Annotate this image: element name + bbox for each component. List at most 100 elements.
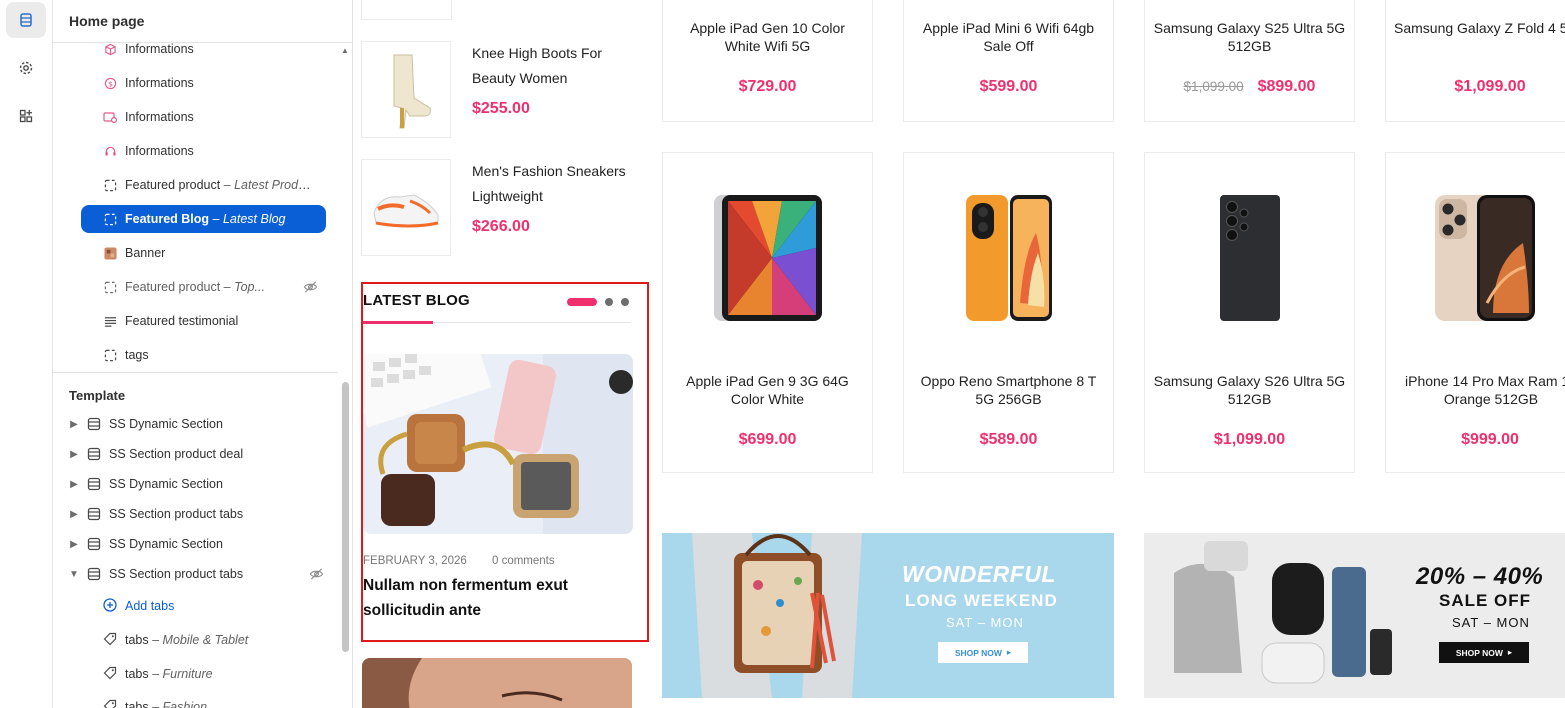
product-image-iphone[interactable] [1386,193,1565,323]
section-item-sublabel: Latest Blog [222,212,286,226]
template-item-3[interactable]: ▶ SS Dynamic Section [67,470,332,498]
product-card-galaxy-zfold4[interactable]: Samsung Galaxy Z Fold 4 5G 256GB $1,099.… [1385,0,1565,122]
scrollbar-thumb[interactable] [342,382,349,652]
section-item-informations-1[interactable]: Informations [81,35,326,63]
section-item-label: Banner [125,246,166,260]
section-item-label: Featured Blog [125,212,210,226]
carousel-dot[interactable] [605,298,613,306]
product-card-ipad-gen9[interactable]: Apple iPad Gen 9 3G 64G Color White $699… [662,152,873,473]
block-item-label: tabs [125,667,149,681]
template-item-1[interactable]: ▶ SS Dynamic Section [67,410,332,438]
product-name[interactable]: Apple iPad Gen 10 Color White Wifi 5G [671,19,864,55]
block-item-tabs-mobile[interactable]: tabs – Mobile & Tablet [103,626,333,654]
text-lines-icon [103,314,117,328]
template-title: Template [69,388,126,403]
product-name[interactable]: Men's Fashion Sneakers Lightweight [472,159,642,209]
sidebar-product-boots[interactable]: Knee High Boots For Beauty Women $255.00 [361,41,631,141]
section-item-tags[interactable]: tags [81,341,326,369]
block-item-tabs-fashion[interactable]: tabs – Fashion [103,693,333,708]
block-item-tabs-furniture[interactable]: tabs – Furniture [103,660,333,688]
product-card-ipad-gen10[interactable]: Apple iPad Gen 10 Color White Wifi 5G $7… [662,0,873,122]
section-item-featured-product-latest[interactable]: Featured product – Latest Produ... [81,171,326,199]
template-item-label: SS Section product tabs [109,507,244,521]
block-item-dash: – [148,633,163,647]
section-item-featured-blog[interactable]: Featured Blog – Latest Blog [81,205,326,233]
section-item-informations-4[interactable]: Informations [81,137,326,165]
section-item-informations-2[interactable]: $ Informations [81,69,326,97]
apps-icon[interactable] [6,98,46,134]
dashed-square-icon [103,178,117,192]
product-card-ipad-mini6[interactable]: Apple iPad Mini 6 Wifi 64gb Sale Off $59… [903,0,1114,122]
caret-right-icon: ▸ [1507,647,1513,657]
box-icon [103,42,117,56]
section-item-featured-testimonial[interactable]: Featured testimonial [81,307,326,335]
dollar-icon: $ [103,76,117,90]
section-item-sublabel: Latest Produ... [234,178,315,192]
product-image-ipad[interactable] [663,193,872,323]
product-name[interactable]: iPhone 14 Pro Max Ram 12 Orange 512GB [1394,372,1565,408]
banner-headline: WONDERFUL [902,561,1056,587]
tag-icon [103,699,117,708]
product-name[interactable]: Oppo Reno Smartphone 8 T 5G 256GB [912,372,1105,408]
chevron-down-icon[interactable]: ▼ [67,569,81,580]
section-item-featured-product-top[interactable]: Featured product – Top... [81,273,326,301]
section-item-label: Informations [125,76,194,90]
product-image-boots[interactable] [361,41,451,138]
banner-subheadline: SALE OFF [1439,591,1532,610]
banner-button-label: SHOP NOW [1455,647,1503,658]
add-tabs-label: Add tabs [125,599,175,613]
product-name[interactable]: Samsung Galaxy S25 Ultra 5G 512GB [1153,19,1346,55]
banner-days: SAT – MON [1452,615,1530,630]
carousel-dot-active[interactable] [567,298,597,306]
section-item-label: tags [125,348,149,362]
latest-blog-section[interactable]: LATEST BLOG FEBRUARY 3, 2026 0 comments … [361,282,649,642]
storefront-preview: Knee High Boots For Beauty Women $255.00… [353,0,1565,708]
blog-post-comments[interactable]: 0 comments [492,555,555,567]
product-image-sneakers[interactable] [361,159,451,256]
product-name[interactable]: Apple iPad Mini 6 Wifi 64gb Sale Off [912,19,1105,55]
blog-post-image-next[interactable] [362,658,632,708]
product-card-galaxy-s25[interactable]: Samsung Galaxy S25 Ultra 5G 512GB $1,099… [1144,0,1355,122]
product-card-oppo-reno8t[interactable]: Oppo Reno Smartphone 8 T 5G 256GB $589.0… [903,152,1114,473]
product-card-galaxy-s26[interactable]: Samsung Galaxy S26 Ultra 5G 512GB $1,099… [1144,152,1355,473]
carousel-dot[interactable] [621,298,629,306]
sidebar-product-sneakers[interactable]: Men's Fashion Sneakers Lightweight $266.… [361,159,631,259]
chevron-right-icon[interactable]: ▶ [67,419,81,430]
product-name[interactable]: Samsung Galaxy S26 Ultra 5G 512GB [1153,372,1346,408]
sections-panel: Home page ▲ Informations $ Informations … [53,0,353,708]
product-price: $255.00 [472,100,530,117]
product-card-iphone14[interactable]: iPhone 14 Pro Max Ram 12 Orange 512GB $9… [1385,152,1565,473]
template-item-6[interactable]: ▼ SS Section product tabs [67,560,332,588]
product-name[interactable]: Samsung Galaxy Z Fold 4 5G 256GB [1394,19,1565,37]
template-item-2[interactable]: ▶ SS Section product deal [67,440,332,468]
template-item-4[interactable]: ▶ SS Section product tabs [67,500,332,528]
chevron-right-icon[interactable]: ▶ [67,539,81,550]
section-item-informations-3[interactable]: Informations [81,103,326,131]
product-image-galaxy[interactable] [1145,193,1354,323]
banner-wonderful-weekend[interactable]: WONDERFUL LONG WEEKEND SAT – MON SHOP NO… [662,533,1114,698]
banner-shop-now-button[interactable]: SHOP NOW ▸ [1439,642,1529,663]
sections-icon[interactable] [6,2,46,38]
section-item-banner[interactable]: Banner [81,239,326,267]
template-item-label: SS Dynamic Section [109,477,223,491]
banner-shop-now-button[interactable]: SHOP NOW ▸ [938,642,1028,663]
settings-icon[interactable] [6,50,46,86]
eye-slash-icon[interactable] [303,280,318,297]
blog-post-image[interactable] [363,354,633,534]
section-stack-icon [87,477,103,491]
blog-post-title[interactable]: Nullam non fermentum exut sollicitudin a… [363,573,623,623]
eye-slash-icon[interactable] [309,567,324,584]
product-name[interactable]: Apple iPad Gen 9 3G 64G Color White [671,372,864,408]
chevron-right-icon[interactable]: ▶ [67,509,81,520]
product-price: $999.00 [1461,431,1519,448]
scroll-up-arrow-icon[interactable]: ▲ [341,46,349,55]
product-name[interactable]: Knee High Boots For Beauty Women [472,41,642,91]
product-image-oppo[interactable] [904,193,1113,323]
svg-text:$: $ [108,79,113,88]
chevron-right-icon[interactable]: ▶ [67,479,81,490]
template-item-5[interactable]: ▶ SS Dynamic Section [67,530,332,558]
caret-right-icon: ▸ [1006,647,1012,657]
chevron-right-icon[interactable]: ▶ [67,449,81,460]
banner-sale-off[interactable]: 20% – 40% SALE OFF SAT – MON SHOP NOW ▸ [1144,533,1565,698]
add-tabs-button[interactable]: Add tabs [103,592,333,620]
